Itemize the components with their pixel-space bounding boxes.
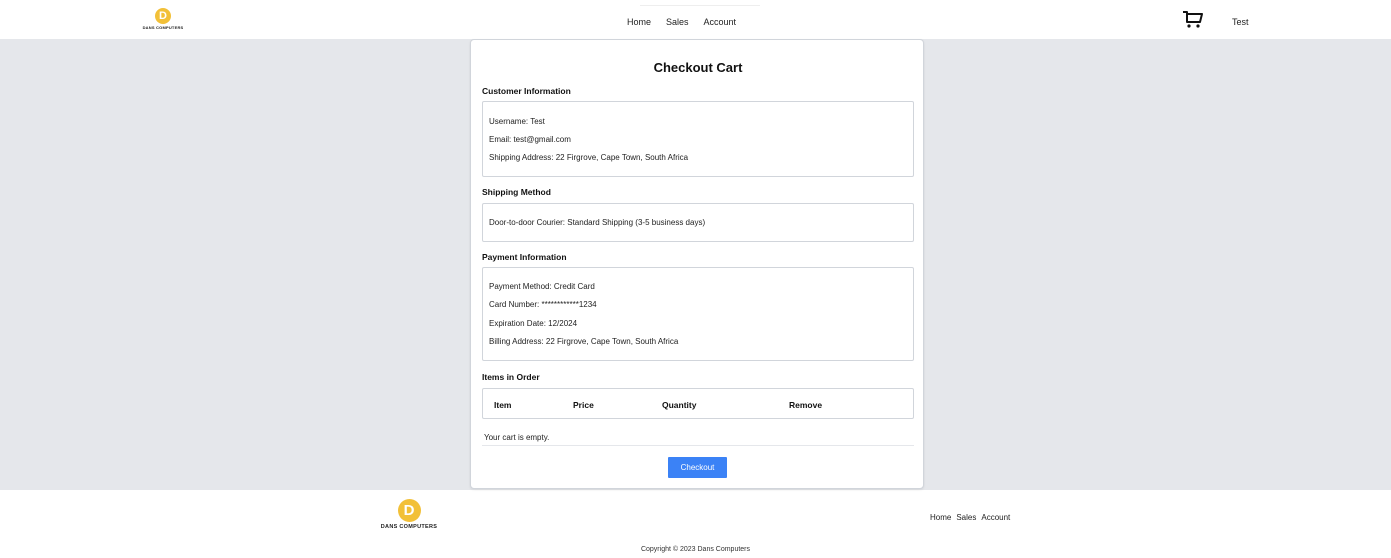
shipping-method-text: Door-to-door Courier: Standard Shipping … <box>489 218 706 227</box>
shipping-method-heading: Shipping Method <box>482 187 551 197</box>
customer-info-box: Username: Test Email: test@gmail.com Shi… <box>482 101 914 177</box>
nav-link-sales[interactable]: Sales <box>666 17 689 27</box>
footer-link-sales[interactable]: Sales <box>956 513 976 522</box>
logo-text: DANS COMPUTERS <box>142 25 184 30</box>
nav-link-home[interactable]: Home <box>627 17 651 27</box>
footer-logo-text: DANS COMPUTERS <box>380 524 438 530</box>
column-price: Price <box>573 400 594 410</box>
footer-link-account[interactable]: Account <box>981 513 1010 522</box>
payment-method-text: Payment Method: Credit Card <box>489 282 595 291</box>
shipping-address-text: Shipping Address: 22 Firgrove, Cape Town… <box>489 153 689 162</box>
payment-info-heading: Payment Information <box>482 252 567 262</box>
footer-nav: Home Sales Account <box>930 513 1010 522</box>
shipping-method-box: Door-to-door Courier: Standard Shipping … <box>482 203 914 242</box>
user-name[interactable]: Test <box>1232 17 1249 27</box>
cart-icon[interactable] <box>1182 10 1204 30</box>
page-title: Checkout Cart <box>653 60 743 75</box>
footer-link-home[interactable]: Home <box>930 513 951 522</box>
username-text: Username: Test <box>489 117 545 126</box>
items-divider <box>482 445 914 446</box>
footer-logo-icon: D <box>397 499 421 522</box>
nav-divider <box>640 5 760 6</box>
expiration-date-text: Expiration Date: 12/2024 <box>489 319 578 328</box>
billing-address-text: Billing Address: 22 Firgrove, Cape Town,… <box>489 337 679 346</box>
copyright-text: Copyright © 2023 Dans Computers <box>640 546 751 553</box>
checkout-button[interactable]: Checkout <box>668 457 727 478</box>
empty-cart-message: Your cart is empty. <box>484 433 550 442</box>
payment-info-box: Payment Method: Credit Card Card Number:… <box>482 267 914 361</box>
column-quantity: Quantity <box>662 400 697 410</box>
header-logo[interactable]: D DANS COMPUTERS <box>142 8 184 30</box>
card-number-text: Card Number: ************1234 <box>489 300 597 309</box>
column-remove: Remove <box>789 400 823 410</box>
nav-link-account[interactable]: Account <box>704 17 737 27</box>
customer-info-heading: Customer Information <box>482 86 571 96</box>
column-item: Item <box>494 400 512 410</box>
items-heading: Items in Order <box>482 372 540 382</box>
email-text: Email: test@gmail.com <box>489 135 571 144</box>
top-nav: Home Sales Account <box>627 17 736 27</box>
site-header: D DANS COMPUTERS Home Sales Account Test <box>0 0 1391 39</box>
checkout-card: Checkout Cart Customer Information Usern… <box>470 39 924 489</box>
items-table-header: Item Price Quantity Remove <box>482 388 914 419</box>
footer-logo[interactable]: D DANS COMPUTERS <box>381 499 437 530</box>
logo-icon: D <box>155 8 171 24</box>
